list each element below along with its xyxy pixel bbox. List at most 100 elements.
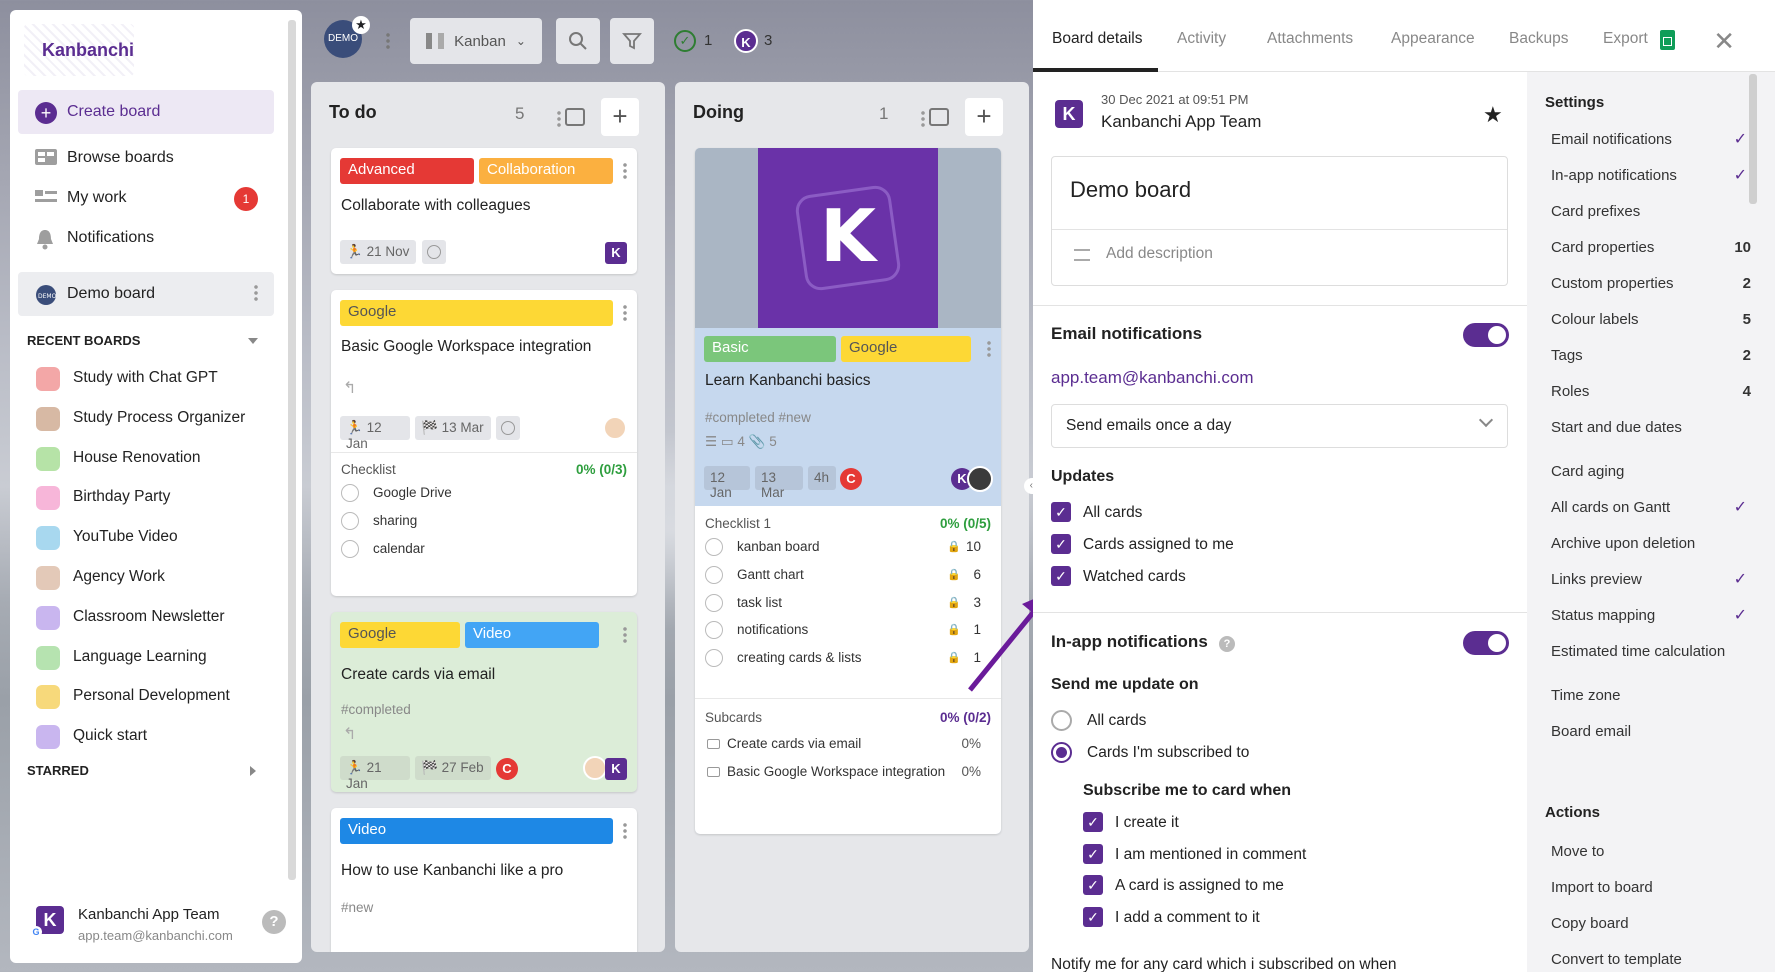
help-icon[interactable]: ? <box>1219 636 1235 652</box>
sidebar-scrollbar[interactable] <box>288 20 296 880</box>
settings-item[interactable]: Card properties 10 <box>1551 232 1751 264</box>
checklist-item[interactable]: sharing <box>341 510 417 532</box>
list-title[interactable]: Doing <box>693 102 744 123</box>
list-view-icon[interactable] <box>565 108 585 126</box>
description-input[interactable]: Add description <box>1106 245 1213 263</box>
tab-appearance[interactable]: Appearance <box>1391 30 1475 48</box>
recent-board-item[interactable]: Quick start <box>28 721 284 751</box>
card-menu-icon[interactable] <box>987 340 991 358</box>
action-item[interactable]: Import to board <box>1551 872 1751 904</box>
settings-item[interactable]: Email notifications ✓ <box>1551 124 1751 156</box>
view-switcher[interactable]: Kanban ⌄ <box>410 18 542 64</box>
settings-item[interactable]: Archive upon deletion <box>1551 528 1751 560</box>
card-menu-icon[interactable] <box>623 162 627 180</box>
current-board-item[interactable]: DEMO Demo board <box>18 272 274 316</box>
members-avatar[interactable]: K <box>734 29 758 53</box>
add-card-button[interactable]: + <box>601 98 639 136</box>
card-kanbanchi-pro[interactable]: Video How to use Kanbanchi like a pro #n… <box>331 808 637 952</box>
kanbanchi-logo[interactable]: Kanbanchi <box>24 24 134 76</box>
recent-board-item[interactable]: Personal Development <box>28 681 284 711</box>
board-menu-icon[interactable] <box>386 32 390 50</box>
settings-item[interactable]: Board email <box>1551 716 1751 748</box>
sheets-icon[interactable] <box>1660 30 1675 50</box>
email-address-link[interactable]: app.team@kanbanchi.com <box>1051 368 1253 388</box>
my-work-button[interactable]: My work 1 <box>18 176 274 220</box>
settings-item[interactable]: Custom properties 2 <box>1551 268 1751 300</box>
checklist-item[interactable]: notifications 🔒 1 <box>705 619 991 641</box>
checkbox-subscribe[interactable]: ✓ <box>1083 906 1103 927</box>
add-card-button[interactable]: + <box>965 98 1003 136</box>
card-menu-icon[interactable] <box>623 304 627 322</box>
card-learn-basics[interactable]: K Basic Google Learn Kanbanchi basics #c… <box>695 148 1001 834</box>
done-icon[interactable]: ✓ <box>674 30 696 52</box>
settings-item[interactable]: Colour labels 5 <box>1551 304 1751 336</box>
card-menu-icon[interactable] <box>623 626 627 644</box>
list-title[interactable]: To do <box>329 102 377 123</box>
recent-board-item[interactable]: Language Learning <box>28 642 284 672</box>
settings-item[interactable]: Roles 4 <box>1551 376 1751 408</box>
list-view-icon[interactable] <box>929 108 949 126</box>
tab-export[interactable]: Export <box>1603 30 1648 48</box>
star-icon[interactable]: ★ <box>1483 102 1503 128</box>
tab-board-details[interactable]: Board details <box>1052 30 1142 48</box>
card-google-workspace[interactable]: Google Basic Google Workspace integratio… <box>331 290 637 596</box>
action-item[interactable]: Copy board <box>1551 908 1751 940</box>
filter-button[interactable] <box>610 18 654 64</box>
settings-item[interactable]: Links preview ✓ <box>1551 564 1751 596</box>
settings-item[interactable]: In-app notifications ✓ <box>1551 160 1751 192</box>
notifications-button[interactable]: Notifications <box>18 216 274 260</box>
board-name-input[interactable]: Demo board <box>1070 177 1191 203</box>
recent-board-item[interactable]: Agency Work <box>28 562 284 592</box>
subcard-item[interactable]: Basic Google Workspace integration 0% <box>705 764 991 779</box>
browse-boards-button[interactable]: Browse boards <box>18 136 274 180</box>
checkbox-subscribe[interactable]: ✓ <box>1083 843 1103 864</box>
radio-subscribed[interactable] <box>1051 742 1072 763</box>
create-board-button[interactable]: + Create board <box>18 90 274 134</box>
card-menu-icon[interactable] <box>623 822 627 840</box>
action-item[interactable]: Convert to template <box>1551 944 1751 972</box>
checkbox-watched[interactable]: ✓ <box>1051 566 1071 586</box>
email-notifications-toggle[interactable] <box>1463 323 1509 347</box>
recent-board-item[interactable]: House Renovation <box>28 443 284 473</box>
settings-item[interactable]: Time zone <box>1551 680 1751 712</box>
user-profile[interactable]: K G Kanbanchi App Team app.team@kanbanch… <box>26 900 296 956</box>
checklist-item[interactable]: Gantt chart 🔒 6 <box>705 564 991 586</box>
recent-board-item[interactable]: Study Process Organizer <box>28 403 284 433</box>
checkbox-assigned[interactable]: ✓ <box>1051 534 1071 554</box>
checklist-item[interactable]: task list 🔒 3 <box>705 592 991 614</box>
settings-item[interactable]: All cards on Gantt ✓ <box>1551 492 1751 524</box>
close-icon[interactable]: ✕ <box>1713 26 1735 57</box>
checklist-item[interactable]: kanban board 🔒 10 <box>705 536 991 558</box>
settings-item[interactable]: Tags 2 <box>1551 340 1751 372</box>
settings-item[interactable]: Estimated time calculation <box>1551 636 1751 668</box>
card-create-via-email[interactable]: Google Video Create cards via email #com… <box>331 612 637 792</box>
subcard-item[interactable]: Create cards via email 0% <box>705 736 991 751</box>
checkbox-subscribe[interactable]: ✓ <box>1083 875 1103 896</box>
settings-item[interactable]: Status mapping ✓ <box>1551 600 1751 632</box>
tab-backups[interactable]: Backups <box>1509 30 1568 48</box>
tab-activity[interactable]: Activity <box>1177 30 1226 48</box>
recent-board-item[interactable]: Classroom Newsletter <box>28 602 284 632</box>
help-icon[interactable]: ? <box>262 910 286 934</box>
settings-item[interactable]: Card aging <box>1551 456 1751 488</box>
card-collaborate[interactable]: Advanced Collaboration Collaborate with … <box>331 148 637 274</box>
board-menu-icon[interactable] <box>254 284 258 302</box>
recent-board-item[interactable]: Study with Chat GPT <box>28 363 284 393</box>
checklist-item[interactable]: creating cards & lists 🔒 1 <box>705 647 991 669</box>
panel-scrollbar[interactable] <box>1749 74 1757 204</box>
settings-item[interactable]: Start and due dates <box>1551 412 1751 444</box>
email-frequency-select[interactable]: Send emails once a day <box>1051 404 1508 448</box>
checklist-item[interactable]: calendar <box>341 538 425 560</box>
recent-board-item[interactable]: Birthday Party <box>28 482 284 512</box>
inapp-notifications-toggle[interactable] <box>1463 631 1509 655</box>
tab-attachments[interactable]: Attachments <box>1267 30 1353 48</box>
checkbox-all-cards[interactable]: ✓ <box>1051 502 1071 522</box>
list-menu-icon[interactable] <box>557 110 561 128</box>
recent-board-item[interactable]: YouTube Video <box>28 522 284 552</box>
star-icon[interactable]: ★ <box>352 16 370 34</box>
chevron-down-icon[interactable] <box>248 338 258 344</box>
action-item[interactable]: Move to <box>1551 836 1751 868</box>
radio-all-cards[interactable] <box>1051 710 1072 731</box>
checkbox-subscribe[interactable]: ✓ <box>1083 812 1103 832</box>
checklist-item[interactable]: Google Drive <box>341 482 452 504</box>
